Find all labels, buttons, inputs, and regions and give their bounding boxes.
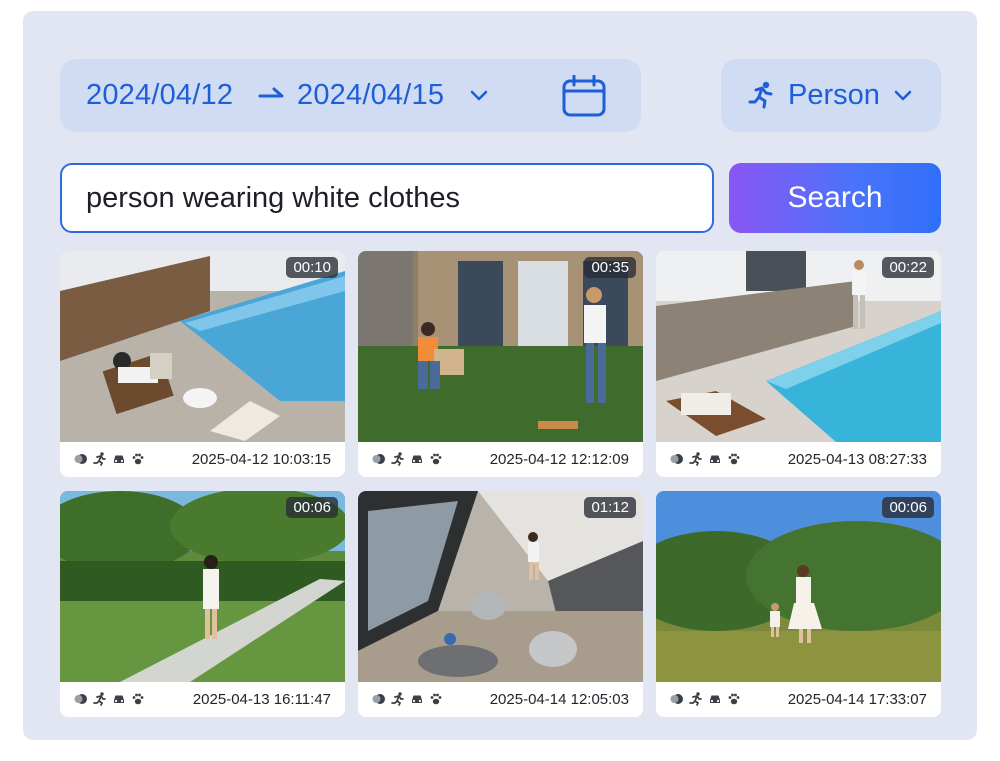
duration-badge: 00:35 [584, 257, 636, 278]
pet-icon [727, 692, 741, 706]
vehicle-icon [112, 692, 126, 706]
person-icon [689, 452, 703, 466]
duration-badge: 00:10 [286, 257, 338, 278]
result-card[interactable]: 00:06 2025-04-13 16:11:47 [60, 491, 345, 717]
object-type-dropdown[interactable]: Person [721, 59, 941, 132]
object-type-label: Person [788, 79, 880, 111]
chevron-down-icon [893, 89, 913, 108]
card-footer: 2025-04-14 17:33:07 [656, 682, 941, 717]
video-thumbnail[interactable]: 00:10 [60, 251, 345, 442]
card-footer: 2025-04-12 12:12:09 [358, 442, 643, 477]
duration-badge: 00:22 [882, 257, 934, 278]
motion-icon [670, 692, 684, 706]
timestamp: 2025-04-12 12:12:09 [489, 451, 629, 468]
timestamp: 2025-04-12 10:03:15 [191, 451, 331, 468]
calendar-icon[interactable] [562, 74, 606, 122]
search-button[interactable]: Search [729, 163, 941, 233]
result-card[interactable]: 00:06 2025-04-14 17:33:07 [656, 491, 941, 717]
vehicle-icon [410, 452, 424, 466]
timestamp: 2025-04-13 16:11:47 [192, 691, 331, 708]
detection-icons [670, 452, 741, 466]
date-end: 2024/04/15 [297, 79, 445, 111]
motion-icon [372, 692, 386, 706]
card-footer: 2025-04-13 16:11:47 [60, 682, 345, 717]
result-card[interactable]: 00:22 2025-04-13 08:27:33 [656, 251, 941, 477]
person-icon [391, 692, 405, 706]
vehicle-icon [410, 692, 424, 706]
person-icon [391, 452, 405, 466]
video-thumbnail[interactable]: 00:06 [656, 491, 941, 682]
chevron-down-icon[interactable] [469, 89, 489, 108]
result-card[interactable]: 00:35 2025-04-12 12:12:09 [358, 251, 643, 477]
motion-icon [372, 452, 386, 466]
search-input[interactable] [60, 163, 714, 233]
pet-icon [429, 452, 443, 466]
motion-icon [670, 452, 684, 466]
vehicle-icon [112, 452, 126, 466]
video-thumbnail[interactable]: 00:06 [60, 491, 345, 682]
card-footer: 2025-04-13 08:27:33 [656, 442, 941, 477]
vehicle-icon [708, 692, 722, 706]
date-range-picker[interactable]: 2024/04/12 2024/04/15 [60, 59, 641, 132]
detection-icons [670, 692, 741, 706]
pet-icon [429, 692, 443, 706]
vehicle-icon [708, 452, 722, 466]
timestamp: 2025-04-14 17:33:07 [787, 691, 927, 708]
running-person-icon [748, 81, 776, 114]
detection-icons [74, 692, 145, 706]
video-thumbnail[interactable]: 00:22 [656, 251, 941, 442]
pet-icon [727, 452, 741, 466]
arrow-right-icon [258, 84, 286, 109]
pet-icon [131, 692, 145, 706]
person-icon [93, 692, 107, 706]
video-thumbnail[interactable]: 00:35 [358, 251, 643, 442]
date-start: 2024/04/12 [86, 79, 234, 111]
motion-icon [74, 452, 88, 466]
video-thumbnail[interactable]: 01:12 [358, 491, 643, 682]
motion-icon [74, 692, 88, 706]
result-card[interactable]: 00:10 2025-04-12 10:03:15 [60, 251, 345, 477]
duration-badge: 01:12 [584, 497, 636, 518]
detection-icons [372, 692, 443, 706]
timestamp: 2025-04-13 08:27:33 [787, 451, 927, 468]
person-icon [689, 692, 703, 706]
duration-badge: 00:06 [286, 497, 338, 518]
duration-badge: 00:06 [882, 497, 934, 518]
timestamp: 2025-04-14 12:05:03 [489, 691, 629, 708]
card-footer: 2025-04-14 12:05:03 [358, 682, 643, 717]
detection-icons [74, 452, 145, 466]
pet-icon [131, 452, 145, 466]
detection-icons [372, 452, 443, 466]
card-footer: 2025-04-12 10:03:15 [60, 442, 345, 477]
result-card[interactable]: 01:12 2025-04-14 12:05:03 [358, 491, 643, 717]
person-icon [93, 452, 107, 466]
